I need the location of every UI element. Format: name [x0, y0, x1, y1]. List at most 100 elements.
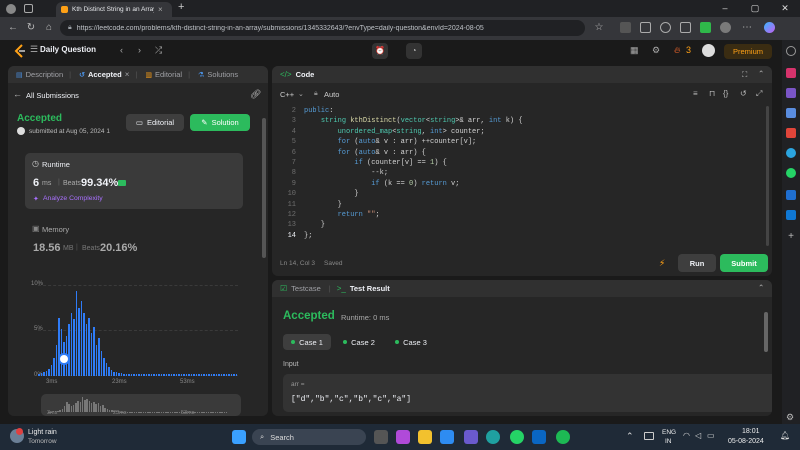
premium-button[interactable]: Premium [724, 44, 772, 59]
workspaces-icon[interactable] [24, 4, 33, 13]
code-line[interactable]: for (auto& v : arr) ++counter[v]; [304, 137, 477, 147]
new-tab-button[interactable]: + [178, 1, 184, 13]
collapse-icon[interactable]: ⌃ [758, 69, 764, 78]
tab-close-icon[interactable]: × [125, 70, 130, 79]
case-3-tab[interactable]: Case 3 [390, 334, 432, 350]
split-screen-icon[interactable] [640, 22, 651, 33]
maximize-button[interactable]: ▢ [740, 0, 770, 17]
add-sidebar-icon[interactable]: + [786, 232, 796, 242]
clock-time[interactable]: 18:01 [742, 428, 760, 435]
minimize-button[interactable]: – [710, 0, 740, 17]
task-view-icon[interactable] [374, 430, 388, 444]
tab-editorial[interactable]: ▥ Editorial [145, 70, 182, 79]
code-line[interactable]: } [304, 220, 325, 230]
games-icon[interactable] [786, 108, 796, 118]
auto-mode-label[interactable]: Auto [324, 90, 339, 99]
chat-icon[interactable] [396, 430, 410, 444]
network-icon[interactable] [644, 432, 654, 440]
collapse-icon[interactable]: ⌃ [758, 283, 764, 292]
format-icon[interactable]: ≡ [693, 89, 698, 98]
daily-question-title[interactable]: Daily Question [40, 45, 96, 54]
all-submissions-link[interactable]: All Submissions [26, 91, 79, 100]
problem-list-icon[interactable]: ☰ [30, 44, 38, 55]
streak-flame-icon[interactable]: 🔥︎ [674, 45, 681, 56]
collections-icon[interactable] [680, 22, 691, 33]
back-arrow-icon[interactable]: ← [13, 89, 22, 99]
leetcode-logo-icon[interactable] [14, 44, 26, 58]
reset-icon[interactable]: ↺ [740, 89, 747, 98]
tab-solutions[interactable]: ⚗ Solutions [198, 70, 238, 79]
tools-icon[interactable] [786, 88, 796, 98]
account-icon[interactable] [720, 22, 731, 33]
whatsapp-icon[interactable] [786, 168, 796, 178]
onedrive-icon[interactable] [786, 210, 796, 220]
more-menu-icon[interactable]: ⋯ [740, 21, 754, 35]
url-field[interactable]: 🔒︎ https://leetcode.com/problems/kth-dis… [60, 20, 585, 36]
submit-button[interactable]: Submit [720, 254, 768, 272]
wifi-icon[interactable]: ◠ [683, 431, 690, 440]
code-line[interactable]: string kthDistinct(vector<string>& arr, … [304, 116, 523, 126]
next-problem-icon[interactable]: › [138, 45, 141, 55]
code-line[interactable]: if (k == 0) return v; [304, 179, 459, 189]
office-icon[interactable] [786, 128, 796, 138]
browser-essentials-icon[interactable] [700, 22, 711, 33]
solution-button[interactable]: ✎ Solution [190, 114, 250, 131]
copilot-icon[interactable] [764, 22, 775, 33]
left-scrollbar[interactable] [262, 118, 266, 258]
user-avatar[interactable] [702, 44, 715, 57]
bookmark-icon[interactable]: ⊓ [709, 89, 715, 98]
shuffle-icon[interactable]: ⤮ [155, 45, 162, 56]
telegram-icon[interactable] [786, 148, 796, 158]
sidebar-settings-icon[interactable]: ⚙ [786, 412, 796, 422]
code-line[interactable]: }; [304, 231, 312, 241]
home-icon[interactable]: ⌂ [42, 21, 56, 35]
star-icon[interactable]: ☆ [592, 21, 606, 35]
braces-icon[interactable]: {} [723, 89, 728, 98]
fullscreen-icon[interactable]: ⤢ [756, 89, 762, 99]
code-line[interactable]: unordered_map<string, int> counter; [304, 127, 485, 137]
linkedin-icon[interactable] [532, 430, 546, 444]
extension-icon[interactable] [620, 22, 631, 33]
back-icon[interactable]: ← [6, 21, 20, 35]
run-button[interactable]: Run [678, 254, 716, 272]
taskbar-search[interactable]: ⌕ Search [252, 429, 366, 445]
photos-icon[interactable] [440, 430, 454, 444]
case-2-tab[interactable]: Case 2 [338, 334, 380, 350]
code-line[interactable]: return ""; [304, 210, 380, 220]
tab-test-result[interactable]: Test Result [350, 284, 390, 293]
notification-bell-icon[interactable]: 🔔︎ [780, 431, 790, 440]
shopping-icon[interactable] [786, 68, 796, 78]
layout-icon[interactable]: ▦ [630, 45, 639, 56]
language-select[interactable]: C++ [280, 90, 294, 99]
outlook-icon[interactable] [786, 190, 796, 200]
code-line[interactable]: } [304, 200, 342, 210]
battery-icon[interactable]: ▭ [707, 431, 715, 440]
memory-card[interactable]: ▣ Memory 18.56 MB | Beats 20.16% [25, 219, 243, 259]
profile-icon[interactable] [6, 4, 16, 14]
tab-accepted[interactable]: ↺ Accepted [79, 70, 122, 79]
settings-icon[interactable]: ⚙ [652, 45, 660, 56]
editorial-button[interactable]: ▭ Editorial [126, 114, 184, 131]
whatsapp-taskbar-icon[interactable] [510, 430, 524, 444]
close-window-button[interactable]: ✕ [770, 0, 800, 17]
case-1-tab[interactable]: Case 1 [283, 334, 331, 350]
edge-browser-icon[interactable] [486, 430, 500, 444]
ai-assist-icon[interactable]: ⚡︎ [659, 258, 665, 269]
result-scrollbar[interactable] [764, 312, 768, 352]
volume-icon[interactable]: ◁ [695, 431, 701, 440]
your-submission-marker[interactable] [58, 353, 70, 365]
tab-description[interactable]: ▤ Description [16, 70, 63, 79]
runtime-card[interactable]: ◷ Runtime 6 ms | Beats 99.34% ✦ Analyze … [25, 153, 243, 209]
code-line[interactable]: for (auto& v : arr) { [304, 148, 426, 158]
tab-testcase[interactable]: Testcase [291, 284, 321, 293]
start-windows-icon[interactable] [232, 430, 246, 444]
timer-icon[interactable]: ◔ [406, 43, 422, 59]
debug-icon[interactable]: ⏰ [372, 43, 388, 59]
code-scrollbar[interactable] [766, 106, 769, 246]
analyze-complexity-link[interactable]: Analyze Complexity [43, 195, 103, 202]
code-line[interactable]: } [304, 189, 358, 199]
code-editor-app-icon[interactable] [464, 430, 478, 444]
prev-problem-icon[interactable]: ‹ [120, 45, 123, 55]
chevron-up-icon[interactable]: ⌃ [626, 431, 634, 442]
expand-icon[interactable]: ⛶ [742, 70, 747, 80]
